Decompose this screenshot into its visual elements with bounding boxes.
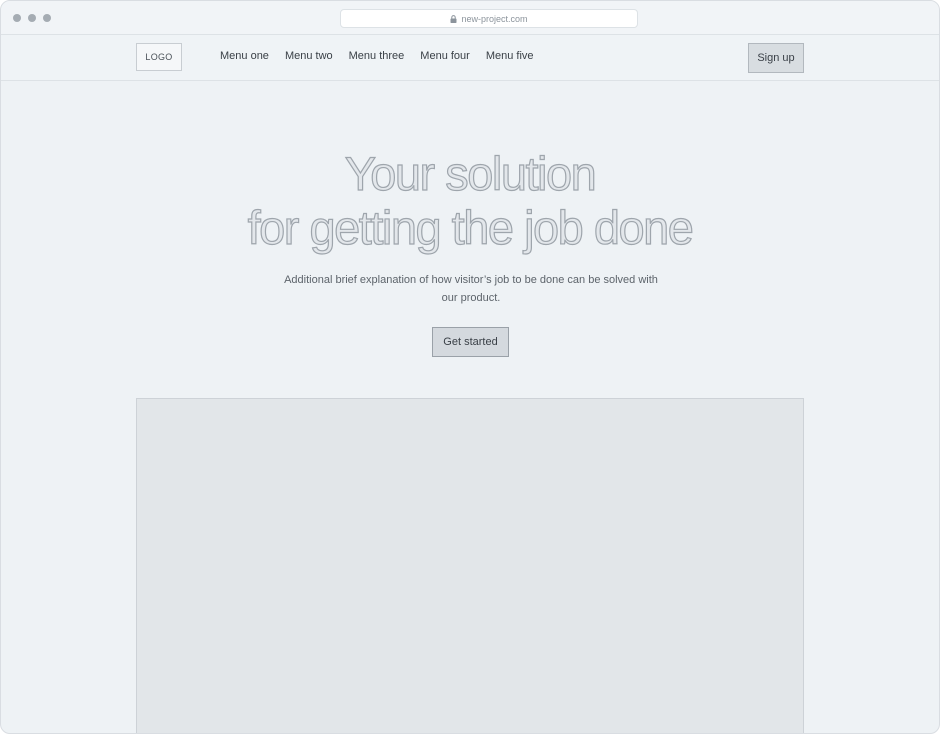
hero-media-placeholder bbox=[136, 398, 804, 733]
close-window-dot[interactable] bbox=[13, 14, 21, 22]
nav-item-menu-one[interactable]: Menu one bbox=[220, 50, 269, 62]
nav-item-menu-four[interactable]: Menu four bbox=[420, 50, 470, 62]
minimize-window-dot[interactable] bbox=[28, 14, 36, 22]
browser-chrome: new-project.com bbox=[1, 1, 939, 35]
address-bar[interactable]: new-project.com bbox=[340, 9, 638, 28]
sign-up-button[interactable]: Sign up bbox=[748, 43, 804, 73]
hero-subtitle-line1: Additional brief explanation of how visi… bbox=[284, 274, 658, 286]
hero-title-line1: Your solution bbox=[344, 146, 597, 200]
nav-item-menu-five[interactable]: Menu five bbox=[486, 50, 534, 62]
nav-item-menu-two[interactable]: Menu two bbox=[285, 50, 333, 62]
hero-subtitle: Additional brief explanation of how visi… bbox=[281, 271, 661, 307]
url-text: new-project.com bbox=[461, 13, 528, 24]
get-started-button[interactable]: Get started bbox=[432, 327, 509, 357]
window-controls bbox=[13, 14, 51, 22]
browser-window: new-project.com LOGO Menu one Menu two M… bbox=[0, 0, 940, 734]
hero-subtitle-line2: our product. bbox=[441, 292, 501, 304]
logo[interactable]: LOGO bbox=[136, 43, 182, 71]
lock-icon bbox=[450, 14, 457, 23]
nav-item-menu-three[interactable]: Menu three bbox=[349, 50, 405, 62]
hero-title-line2: for getting the job done bbox=[247, 200, 695, 254]
maximize-window-dot[interactable] bbox=[43, 14, 51, 22]
main-nav: Menu one Menu two Menu three Menu four M… bbox=[220, 50, 534, 62]
site-header: LOGO Menu one Menu two Menu three Menu f… bbox=[1, 35, 939, 81]
hero-title: Your solution for getting the job done bbox=[1, 146, 939, 255]
